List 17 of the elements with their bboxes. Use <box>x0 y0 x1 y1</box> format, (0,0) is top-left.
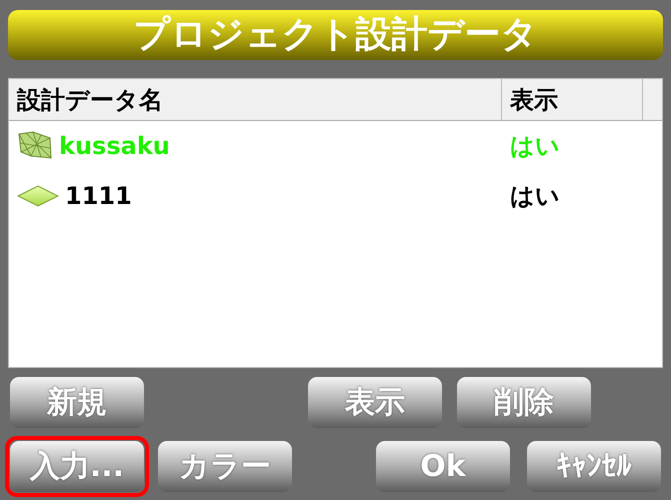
action-button[interactable]: ｷｬﾝｾﾙ <box>527 441 661 492</box>
column-header[interactable]: 表示 <box>502 79 643 120</box>
table-row[interactable]: kussaku はい <box>9 121 662 171</box>
action-button[interactable]: 表示 <box>308 377 442 428</box>
diamond-icon <box>17 185 59 207</box>
action-button[interactable]: 新規 <box>10 377 144 428</box>
display-cell-text: はい <box>509 131 560 162</box>
action-button[interactable]: 入力... <box>10 441 144 492</box>
action-button[interactable]: カラー <box>158 441 292 492</box>
data-name-cell-text: kussaku <box>59 131 170 162</box>
table-row[interactable]: 1111 はい <box>9 171 662 221</box>
column-header[interactable]: 設計データ名 <box>9 79 502 120</box>
data-name-cell-text: 1111 <box>65 181 132 212</box>
action-button[interactable]: Ok <box>376 441 510 492</box>
action-button[interactable]: 削除 <box>457 377 591 428</box>
window-title: プロジェクト設計データ <box>8 10 663 60</box>
display-cell-text: はい <box>509 181 560 212</box>
